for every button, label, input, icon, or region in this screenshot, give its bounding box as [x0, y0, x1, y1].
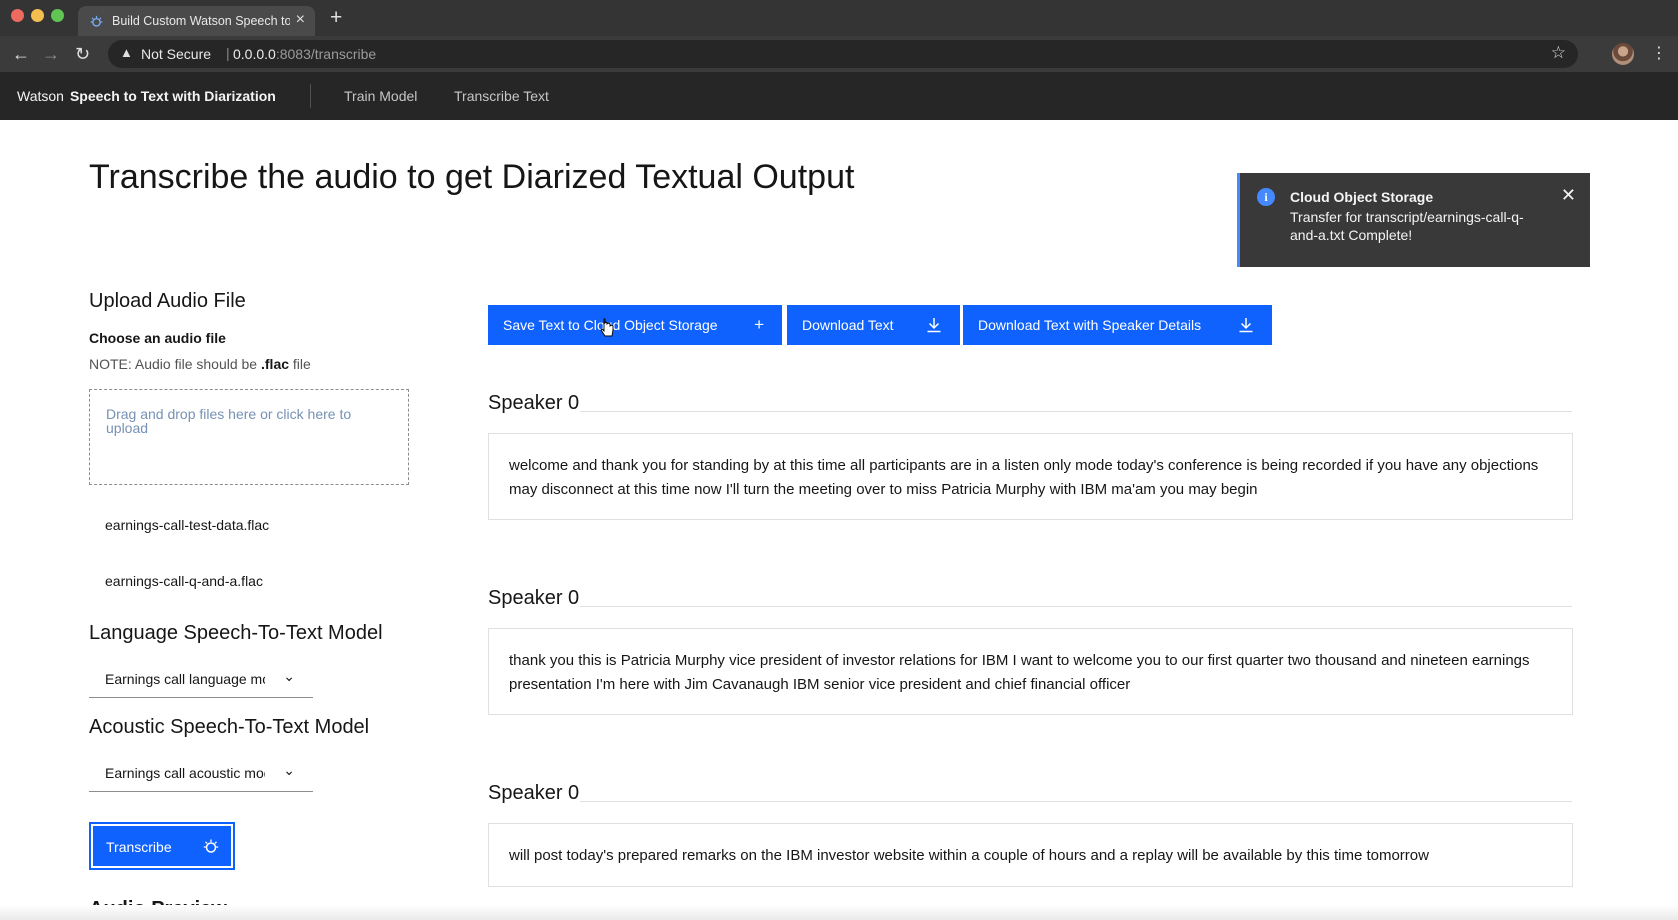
url-separator: |	[226, 45, 230, 61]
profile-avatar[interactable]	[1612, 43, 1634, 65]
reload-icon[interactable]: ↻	[75, 44, 90, 65]
nav-transcribe-text[interactable]: Transcribe Text	[454, 88, 549, 104]
minimize-window-button[interactable]	[31, 9, 44, 22]
nav-train-model[interactable]: Train Model	[344, 88, 417, 104]
transcribe-button[interactable]: Transcribe	[89, 822, 235, 870]
speaker-label: Speaker 0	[488, 392, 580, 414]
pointer-cursor-icon	[600, 318, 614, 337]
brand-prefix: Watson	[17, 88, 64, 104]
header-divider	[310, 84, 311, 108]
transcript-box: thank you this is Patricia Murphy vice p…	[488, 628, 1573, 715]
toast-close-icon[interactable]: ✕	[1561, 185, 1576, 206]
speaker-divider	[580, 801, 1572, 802]
tab-title: Build Custom Watson Speech to Text	[112, 14, 290, 28]
download-text-button[interactable]: Download Text	[787, 305, 960, 345]
browser-tab[interactable]: Build Custom Watson Speech to Text ×	[78, 6, 315, 36]
speaker-label: Speaker 0	[488, 587, 580, 609]
chevron-down-icon: ⌄	[283, 762, 295, 778]
transcript-text: thank you this is Patricia Murphy vice p…	[509, 652, 1530, 693]
download-text-label: Download Text	[802, 317, 894, 333]
transcript-text: will post today's prepared remarks on th…	[509, 847, 1429, 864]
file-item[interactable]: earnings-call-test-data.flac	[105, 517, 269, 533]
app-brand[interactable]: Watson Speech to Text with Diarization	[17, 88, 276, 104]
language-model-heading: Language Speech-To-Text Model	[89, 622, 383, 644]
watson-icon	[90, 15, 103, 27]
download-speaker-label: Download Text with Speaker Details	[978, 317, 1202, 333]
bookmark-star-icon[interactable]: ☆	[1551, 43, 1566, 63]
file-item[interactable]: earnings-call-q-and-a.flac	[105, 573, 263, 589]
brand-name: Speech to Text with Diarization	[69, 88, 276, 104]
url-text: 0.0.0.0:8083/transcribe	[233, 46, 377, 62]
back-icon[interactable]: ←	[12, 44, 30, 65]
app-header: Watson Speech to Text with Diarization Tr…	[0, 72, 1678, 120]
choose-file-label: Choose an audio file	[89, 330, 226, 346]
transcript-box: welcome and thank you for standing by at…	[488, 433, 1573, 520]
file-type-note: NOTE: Audio file should be .flac file	[89, 356, 311, 372]
watson-icon	[203, 839, 219, 853]
speaker-label: Speaker 0	[488, 782, 580, 804]
acoustic-model-heading: Acoustic Speech-To-Text Model	[89, 716, 370, 738]
browser-menu-icon[interactable]: ⋮	[1651, 43, 1667, 63]
toast-body: Transfer for transcript/earnings-call-q-…	[1290, 209, 1524, 243]
add-icon: +	[754, 315, 764, 334]
maximize-window-button[interactable]	[51, 9, 64, 22]
browser-address-bar: ← → ↻ ▲ Not Secure | 0.0.0.0:8083/transc…	[0, 36, 1678, 72]
upload-heading: Upload Audio File	[89, 290, 246, 312]
toast-notification: i Cloud Object Storage Transfer for tran…	[1237, 173, 1590, 267]
chevron-down-icon: ⌄	[283, 668, 295, 684]
page-title: Transcribe the audio to get Diarized Tex…	[89, 158, 855, 196]
speaker-divider	[580, 606, 1572, 607]
browser-tab-bar: Build Custom Watson Speech to Text × +	[0, 0, 1678, 36]
transcript-text: welcome and thank you for standing by at…	[509, 457, 1539, 498]
warning-icon: ▲	[120, 45, 133, 60]
file-dropzone[interactable]: Drag and drop files here or click here t…	[89, 389, 409, 485]
forward-icon[interactable]: →	[42, 44, 60, 65]
speaker-divider	[580, 411, 1572, 412]
download-icon	[1239, 318, 1253, 333]
language-model-value: Earnings call language model	[105, 671, 265, 687]
url-field[interactable]: ▲ Not Secure | 0.0.0.0:8083/transcribe ☆	[108, 40, 1578, 68]
language-model-select[interactable]: Earnings call language model ⌄	[89, 658, 313, 698]
transcribe-label: Transcribe	[106, 839, 172, 855]
security-label: Not Secure	[141, 46, 212, 62]
transcript-box: will post today's prepared remarks on th…	[488, 823, 1573, 887]
tab-close-icon[interactable]: ×	[296, 11, 305, 29]
acoustic-model-value: Earnings call acoustic model	[105, 765, 265, 781]
save-to-cos-button[interactable]: Save Text to Cloud Object Storage +	[488, 305, 782, 345]
download-speaker-details-button[interactable]: Download Text with Speaker Details	[963, 305, 1272, 345]
download-icon	[927, 318, 941, 333]
bottom-shadow	[0, 905, 1678, 920]
dropzone-text: Drag and drop files here or click here t…	[106, 406, 352, 436]
acoustic-model-select[interactable]: Earnings call acoustic model ⌄	[89, 752, 313, 792]
close-window-button[interactable]	[11, 9, 24, 22]
info-icon: i	[1257, 188, 1275, 206]
toast-title: Cloud Object Storage	[1290, 189, 1434, 205]
new-tab-icon[interactable]: +	[330, 6, 342, 30]
